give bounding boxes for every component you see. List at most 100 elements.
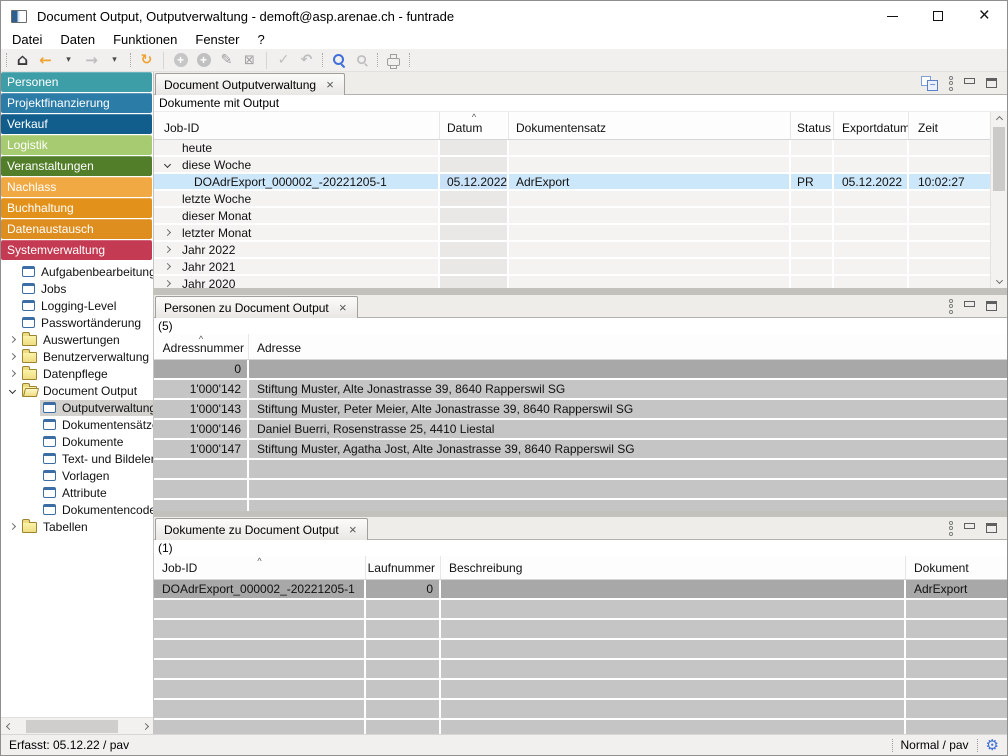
table-row[interactable]	[154, 720, 1007, 734]
dropdown-caret-button[interactable]: ▾	[57, 50, 80, 71]
table-row[interactable]: heute	[154, 140, 990, 157]
table-row[interactable]	[154, 500, 1007, 511]
tree-item-outputverwaltung[interactable]: Outputverwaltung	[1, 399, 153, 416]
scrollbar-thumb[interactable]	[26, 720, 118, 733]
tab-close-icon[interactable]	[347, 523, 359, 537]
scroll-right-button[interactable]	[137, 724, 153, 729]
column-header-dokumentensatz[interactable]: Dokumentensatz	[509, 112, 791, 139]
column-header-job-id[interactable]: Job-ID	[154, 112, 440, 139]
column-header-adressnummer[interactable]: Adressnummer^	[154, 334, 249, 359]
table-row[interactable]: dieser Monat	[154, 208, 990, 225]
tree-item-benutzerverwaltung[interactable]: Benutzerverwaltung	[1, 348, 153, 365]
delete-button[interactable]: ⊠	[238, 50, 261, 71]
search-secondary-button[interactable]	[350, 50, 373, 71]
tree-item-document-output[interactable]: Document Output	[1, 382, 153, 399]
more-options-button[interactable]	[949, 521, 953, 536]
scroll-up-button[interactable]	[997, 112, 1002, 127]
chevron-right-icon[interactable]	[163, 280, 170, 287]
add-button[interactable]: +	[169, 50, 192, 71]
tree-item-passwortänderung[interactable]: Passwortänderung	[1, 314, 153, 331]
sidebar-module-projektfinanzierung[interactable]: Projektfinanzierung	[1, 93, 152, 113]
tab-personen-zu-document-output[interactable]: Personen zu Document Output	[155, 296, 358, 318]
scrollbar-thumb[interactable]	[993, 127, 1005, 191]
table-row[interactable]: letzte Woche	[154, 191, 990, 208]
menu-fenster[interactable]: Fenster	[186, 31, 248, 49]
menu-funktionen[interactable]: Funktionen	[104, 31, 186, 49]
sidebar-module-personen[interactable]: Personen	[1, 72, 152, 92]
table-row[interactable]	[154, 620, 1007, 640]
chevron-down-icon[interactable]	[8, 387, 15, 394]
sidebar-module-verkauf[interactable]: Verkauf	[1, 114, 152, 134]
minimize-panel-button[interactable]	[964, 78, 975, 88]
maximize-panel-button[interactable]	[986, 523, 997, 533]
tree-item-tabellen[interactable]: Tabellen	[1, 518, 153, 535]
collapse-all-button[interactable]	[921, 76, 938, 91]
tree-item-jobs[interactable]: Jobs	[1, 280, 153, 297]
column-header-laufnummer[interactable]: Laufnummer	[366, 556, 441, 579]
minimize-panel-button[interactable]	[964, 523, 975, 533]
chevron-right-icon[interactable]	[8, 353, 15, 360]
chevron-right-icon[interactable]	[163, 246, 170, 253]
search-button[interactable]	[327, 50, 350, 71]
scroll-left-button[interactable]	[1, 724, 17, 729]
table-row[interactable]: DOAdrExport_000002_-20221205-10AdrExport	[154, 580, 1007, 600]
table-row[interactable]	[154, 660, 1007, 680]
vertical-scrollbar[interactable]	[990, 112, 1007, 288]
sidebar-module-veranstaltungen[interactable]: Veranstaltungen	[1, 156, 152, 176]
minimize-button[interactable]	[869, 1, 915, 31]
tree-item-dokumente[interactable]: Dokumente	[1, 433, 153, 450]
print-button[interactable]	[382, 50, 405, 71]
column-header-dokument[interactable]: Dokument	[906, 556, 1007, 579]
tab-close-icon[interactable]	[324, 78, 336, 92]
splitter[interactable]	[154, 288, 1007, 295]
menu-?[interactable]: ?	[248, 31, 273, 49]
tree-item-dokumentencodes[interactable]: Dokumentencodes	[1, 501, 153, 518]
more-options-button[interactable]	[949, 76, 953, 91]
scrollbar-track[interactable]	[17, 720, 137, 733]
tree-item-attribute[interactable]: Attribute	[1, 484, 153, 501]
sidebar-module-buchhaltung[interactable]: Buchhaltung	[1, 198, 152, 218]
tree-item-text-und-bildelemente[interactable]: Text- und Bildelemente	[1, 450, 153, 467]
table-row[interactable]	[154, 640, 1007, 660]
sidebar-module-logistik[interactable]: Logistik	[1, 135, 152, 155]
maximize-panel-button[interactable]	[986, 301, 997, 311]
chevron-right-icon[interactable]	[8, 370, 15, 377]
scroll-down-button[interactable]	[997, 273, 1002, 288]
tree-item-auswertungen[interactable]: Auswertungen	[1, 331, 153, 348]
tree-item-datenpflege[interactable]: Datenpflege	[1, 365, 153, 382]
tab-close-icon[interactable]	[337, 301, 349, 315]
maximize-button[interactable]	[915, 1, 961, 31]
tree-item-logging-level[interactable]: Logging-Level	[1, 297, 153, 314]
sidebar-module-datenaustausch[interactable]: Datenaustausch	[1, 219, 152, 239]
table-row[interactable]	[154, 680, 1007, 700]
table-row[interactable]: 0	[154, 360, 1007, 380]
table-row[interactable]: Jahr 2022	[154, 242, 990, 259]
close-button[interactable]	[961, 1, 1007, 31]
chevron-right-icon[interactable]	[8, 336, 15, 343]
table-row[interactable]: DOAdrExport_000002_-20221205-105.12.2022…	[154, 174, 990, 191]
sidebar-module-nachlass[interactable]: Nachlass	[1, 177, 152, 197]
confirm-button[interactable]: ✓	[272, 50, 295, 71]
column-header-status[interactable]: Status	[791, 112, 834, 139]
column-header-adresse[interactable]: Adresse	[249, 334, 1007, 359]
column-header-datum[interactable]: Datum^	[440, 112, 509, 139]
chevron-down-icon[interactable]	[163, 161, 170, 168]
chevron-right-icon[interactable]	[163, 263, 170, 270]
table-row[interactable]: letzter Monat	[154, 225, 990, 242]
table-row[interactable]: 1'000'143Stiftung Muster, Peter Meier, A…	[154, 400, 1007, 420]
maximize-panel-button[interactable]	[986, 78, 997, 88]
column-header-exportdatum[interactable]: Exportdatum	[834, 112, 909, 139]
edit-button[interactable]: ✎	[215, 50, 238, 71]
menu-daten[interactable]: Daten	[51, 31, 104, 49]
table-row[interactable]: 1'000'147Stiftung Muster, Agatha Jost, A…	[154, 440, 1007, 460]
table-row[interactable]	[154, 460, 1007, 480]
sidebar-horizontal-scrollbar[interactable]	[1, 717, 153, 734]
tree-item-vorlagen[interactable]: Vorlagen	[1, 467, 153, 484]
column-header-beschreibung[interactable]: Beschreibung	[441, 556, 906, 579]
table-row[interactable]	[154, 600, 1007, 620]
refresh-button[interactable]: ↻	[135, 50, 158, 71]
chevron-right-icon[interactable]	[163, 229, 170, 236]
table-row[interactable]	[154, 480, 1007, 500]
more-options-button[interactable]	[949, 299, 953, 314]
table-row[interactable]: Jahr 2020	[154, 276, 990, 288]
